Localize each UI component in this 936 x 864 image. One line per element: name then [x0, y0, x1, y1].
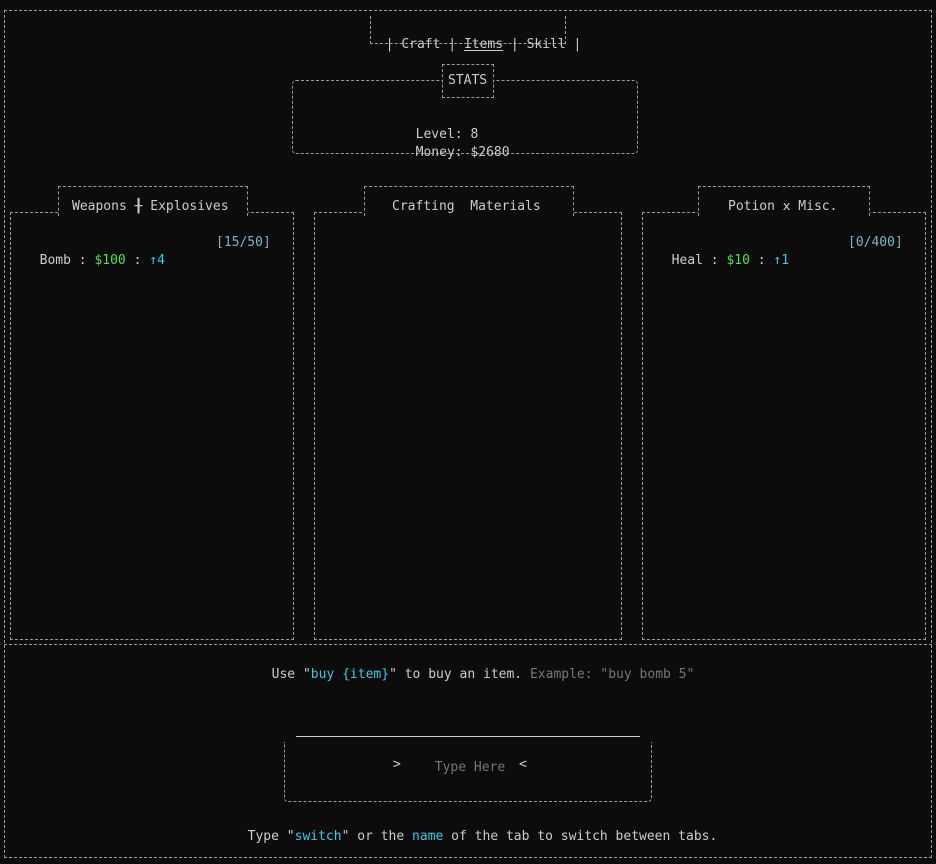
- money-label: Money:: [415, 145, 463, 160]
- buy-hint: Use "buy {item}" to buy an item. Example…: [271, 667, 695, 682]
- potion-panel: [642, 212, 926, 640]
- crafting-panel: [314, 212, 622, 640]
- potion-item-stock: [0/400]: [848, 235, 903, 250]
- tab-items[interactable]: Items: [464, 37, 503, 52]
- stats-title: STATS: [448, 73, 488, 88]
- switch-keyword: name: [412, 829, 444, 844]
- money-value: $2680: [470, 145, 510, 160]
- item-name: Heal: [671, 253, 703, 268]
- input-right-marker: <: [519, 757, 527, 772]
- weapons-panel: [10, 212, 294, 640]
- switch-command: switch: [294, 829, 342, 844]
- weapons-item-stock: [15/50]: [216, 235, 271, 250]
- tab-craft[interactable]: Craft: [401, 37, 440, 52]
- input-top-line: [296, 736, 640, 737]
- item-name: Bomb: [39, 253, 71, 268]
- tab-skill[interactable]: Skill: [527, 37, 566, 52]
- tab-bar: | Craft | Items | Skill |: [385, 37, 582, 52]
- item-price: $100: [94, 253, 126, 268]
- potion-title: Potion ⅹ Misc.: [728, 199, 838, 214]
- weapons-item-row[interactable]: Bomb : $100 : ↑4: [24, 234, 165, 270]
- weapons-title: Weapons ╂ Explosives: [72, 199, 229, 214]
- command-input[interactable]: [284, 754, 656, 780]
- item-level: ↑1: [773, 253, 790, 268]
- crafting-title: Crafting Materials: [392, 199, 541, 214]
- buy-example: Example: "buy bomb 5": [529, 667, 695, 682]
- item-level: ↑4: [149, 253, 165, 268]
- buy-command: buy {item}: [310, 667, 390, 682]
- panel-divider: [4, 644, 932, 645]
- stats-money-row: Money: $2680: [400, 126, 510, 162]
- potion-item-row[interactable]: Heal : $10 : ↑1: [656, 234, 789, 270]
- item-price: $10: [726, 253, 750, 268]
- switch-hint: Type "switch" or the name of the tab to …: [247, 829, 718, 844]
